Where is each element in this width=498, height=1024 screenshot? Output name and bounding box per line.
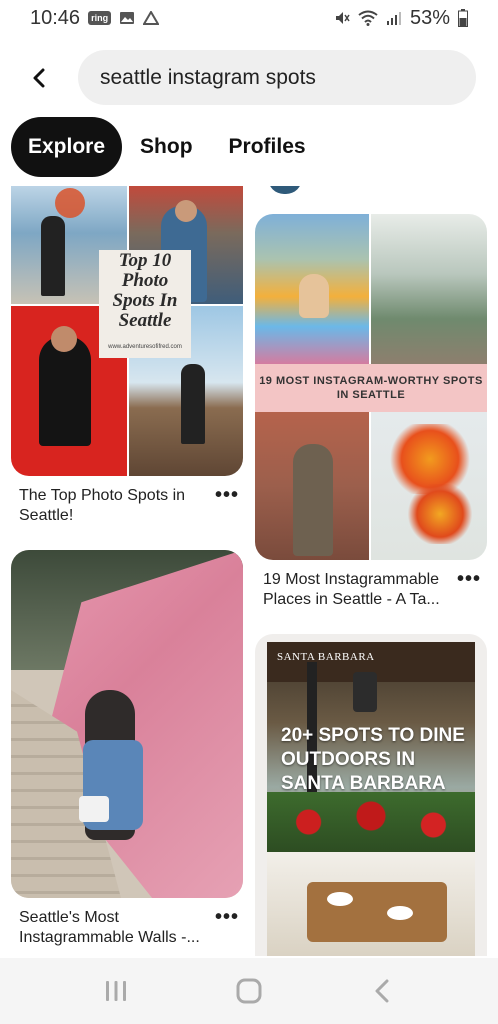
chevron-left-icon <box>33 68 45 88</box>
wifi-icon <box>358 10 378 26</box>
search-query: seattle instagram spots <box>100 65 316 89</box>
home-icon <box>236 978 262 1004</box>
pin-image[interactable] <box>11 550 243 898</box>
pin-image[interactable]: 19 MOST INSTAGRAM-WORTHY SPOTS IN SEATTL… <box>255 214 487 560</box>
tab-profiles[interactable]: Profiles <box>211 117 324 177</box>
nav-back-button[interactable] <box>352 971 412 1011</box>
pin-overlay-text: 19 MOST INSTAGRAM-WORTHY SPOTS IN SEATTL… <box>255 364 487 412</box>
ring-icon: ring <box>88 11 112 25</box>
recents-icon <box>106 981 127 1001</box>
more-options-button[interactable]: ••• <box>215 484 239 507</box>
clock: 10:46 <box>30 6 81 29</box>
pin-title[interactable]: Seattle's Most Instagrammable Walls -... <box>11 908 201 948</box>
gallery-icon <box>119 11 135 25</box>
more-options-button[interactable]: ••• <box>215 906 239 929</box>
pin-overlay-card: Top 10 Photo Spots In Seattle www.advent… <box>99 250 191 358</box>
tab-bar: Explore Shop Profiles <box>11 117 324 177</box>
avatar <box>268 186 302 194</box>
pin-image[interactable]: Top 10 Photo Spots In Seattle www.advent… <box>11 186 243 476</box>
tab-shop[interactable]: Shop <box>122 117 211 177</box>
pin-title[interactable]: 19 Most Instagrammable Places in Seattle… <box>255 570 445 610</box>
more-options-button[interactable]: ••• <box>457 568 481 591</box>
tab-explore[interactable]: Explore <box>11 117 123 177</box>
back-button[interactable] <box>24 62 54 94</box>
signal-icon <box>386 10 402 26</box>
pin-overlay-url: www.adventuresofifred.com <box>108 344 182 350</box>
drive-icon <box>143 11 160 25</box>
search-input[interactable]: seattle instagram spots <box>78 50 476 105</box>
pin-title[interactable]: The Top Photo Spots in Seattle! <box>11 486 201 526</box>
pin-brand: SANTA BARBARA <box>277 651 375 663</box>
recents-button[interactable] <box>86 971 146 1011</box>
pin-overlay-text: 20+ SPOTS TO DINE OUTDOORS IN SANTA BARB… <box>281 725 465 794</box>
pin-card[interactable]: Top 10 Photo Spots In Seattle www.advent… <box>11 186 243 526</box>
search-row: seattle instagram spots <box>0 50 498 106</box>
pin-overlay-text: Top 10 Photo Spots In Seattle <box>112 250 178 331</box>
pin-card[interactable]: 19 MOST INSTAGRAM-WORTHY SPOTS IN SEATTL… <box>255 214 487 610</box>
system-nav-bar <box>0 958 498 1024</box>
battery-percent: 53% <box>409 6 450 29</box>
pin-card[interactable]: SANTA BARBARA 20+ SPOTS TO DINE OUTDOORS… <box>255 634 487 956</box>
pin-feed: Top 10 Photo Spots In Seattle www.advent… <box>0 186 498 956</box>
status-bar: 10:46 ring 53% <box>0 0 498 36</box>
back-icon <box>375 979 389 1003</box>
mute-icon <box>334 10 350 26</box>
pin-card[interactable]: Seattle's Most Instagrammable Walls -...… <box>11 550 243 948</box>
pin-image[interactable]: SANTA BARBARA 20+ SPOTS TO DINE OUTDOORS… <box>255 634 487 956</box>
battery-icon <box>458 9 468 27</box>
home-button[interactable] <box>219 971 279 1011</box>
